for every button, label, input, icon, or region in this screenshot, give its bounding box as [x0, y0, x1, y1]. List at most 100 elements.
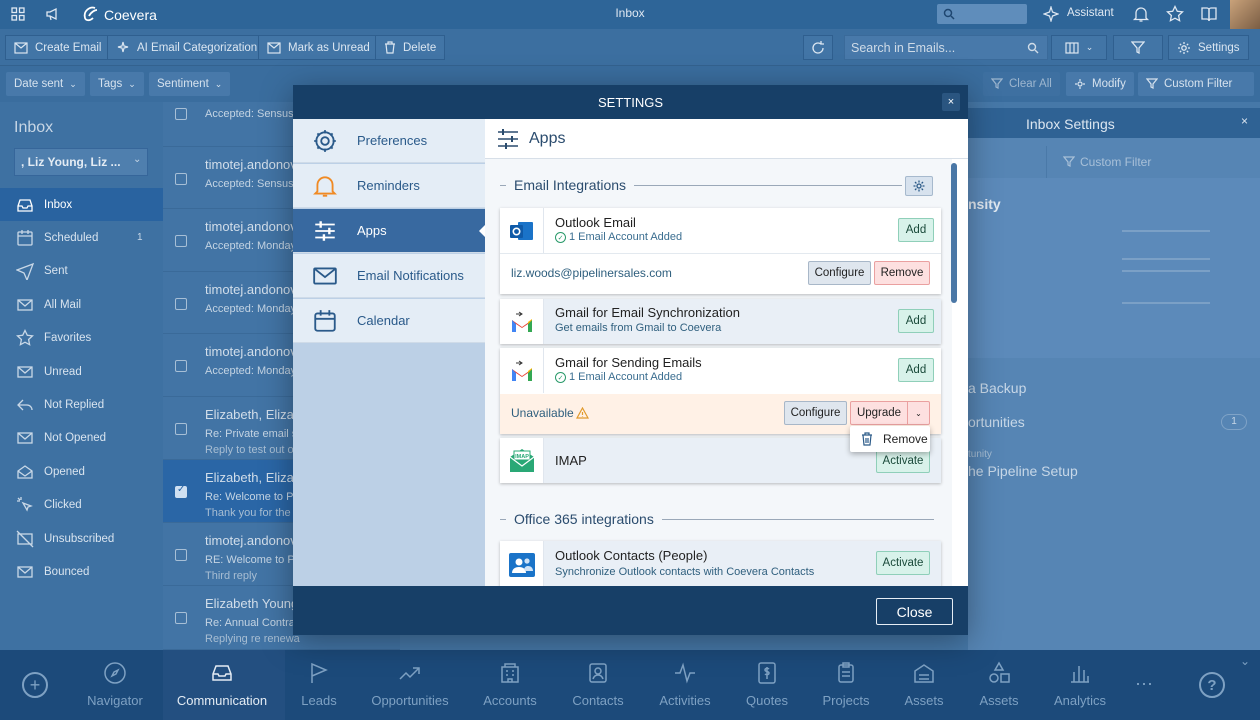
nav-label: Accounts — [483, 693, 537, 708]
outlook-account-email: liz.woods@pipelinersales.com — [511, 266, 672, 280]
message-checkbox[interactable] — [175, 298, 187, 310]
nav-navigator[interactable]: Navigator — [55, 650, 175, 720]
chevron-down-icon: ⌄ — [1085, 42, 1094, 52]
clear-all-button[interactable]: Clear All — [983, 72, 1060, 96]
settings-button[interactable]: Settings — [1168, 35, 1249, 60]
close-icon[interactable]: × — [1241, 114, 1248, 128]
create-email-button[interactable]: Create Email — [5, 35, 111, 60]
refresh-button[interactable] — [803, 35, 833, 60]
delete-button[interactable]: Delete — [375, 35, 446, 60]
sidebar-item-unread[interactable]: Unread — [0, 355, 163, 388]
outlook-status: 1 Email Account Added — [569, 231, 683, 243]
chevron-down-icon[interactable]: ⌄ — [1240, 654, 1250, 668]
sidebar-item-sent[interactable]: Sent — [0, 255, 163, 288]
sidebar-item-inbox[interactable]: Inbox — [0, 188, 163, 221]
account-selector[interactable]: , Liz Young, Liz ... ⌄ — [14, 148, 148, 176]
density-option[interactable] — [1122, 270, 1210, 304]
contact-card-icon — [589, 663, 607, 683]
book-icon[interactable] — [1199, 4, 1219, 24]
add-icon[interactable]: + — [22, 672, 48, 698]
gmail-configure-label: Configure — [790, 407, 841, 419]
app-name: Coevera — [104, 7, 157, 23]
message-preview: Third reply — [205, 570, 257, 582]
sidebar-item-not-replied[interactable]: Not Replied — [0, 388, 163, 421]
avatar[interactable] — [1230, 0, 1260, 29]
modify-button[interactable]: Modify — [1066, 72, 1134, 96]
click-icon — [17, 497, 33, 512]
message-checkbox[interactable] — [175, 549, 187, 561]
custom-filter-tab[interactable]: Custom Filter — [1046, 146, 1256, 178]
message-checkbox[interactable] — [175, 235, 187, 247]
message-subject: Re: Welcome to Pi — [205, 491, 296, 503]
help-icon[interactable]: ? — [1199, 672, 1225, 698]
tags-filter[interactable]: Tags ⌄ — [90, 72, 144, 96]
message-checkbox[interactable] — [175, 173, 187, 185]
create-email-label: Create Email — [35, 41, 102, 54]
inbox-icon — [17, 198, 33, 212]
dropdown-remove-item[interactable]: Remove — [850, 426, 930, 452]
date-sent-filter[interactable]: Date sent ⌄ — [6, 72, 85, 96]
close-icon[interactable]: × — [942, 93, 960, 111]
outlook-add-button[interactable]: Add — [898, 218, 934, 242]
outlook-contacts-card: Outlook Contacts (People) Synchronize Ou… — [500, 541, 941, 586]
outlook-remove-label: Remove — [880, 267, 924, 279]
scrollbar[interactable] — [951, 163, 957, 303]
star-icon[interactable] — [1165, 4, 1185, 24]
outlook-remove-button[interactable]: Remove — [874, 261, 930, 285]
search-input[interactable]: Search in Emails... — [844, 35, 1048, 60]
settings-nav-apps[interactable]: Apps — [293, 209, 485, 253]
message-checkbox[interactable]: ✓ — [175, 484, 187, 498]
density-option[interactable] — [1122, 230, 1210, 260]
upgrade-label: Upgrade — [856, 407, 902, 419]
settings-nav-preferences[interactable]: Preferences — [293, 119, 485, 163]
close-button[interactable]: Close — [876, 598, 953, 625]
upgrade-button[interactable]: Upgrade — [850, 401, 908, 425]
sidebar-item-clicked[interactable]: Clicked — [0, 489, 163, 522]
message-sender: Elizabeth, Elizab — [205, 407, 302, 422]
sentiment-filter[interactable]: Sentiment ⌄ — [149, 72, 231, 96]
settings-nav-email-notifications[interactable]: Email Notifications — [293, 254, 485, 298]
modal-title: SETTINGS — [597, 94, 663, 110]
columns-button[interactable]: ⌄ — [1051, 35, 1107, 60]
bell-icon[interactable] — [1131, 4, 1151, 24]
ai-categorization-button[interactable]: AI Email Categorization — [107, 35, 267, 60]
gmail-configure-button[interactable]: Configure — [784, 401, 847, 425]
sidebar-item-all-mail[interactable]: All Mail — [0, 288, 163, 321]
bottom-nav: + Navigator Communication Leads Opportuniti… — [0, 650, 1260, 720]
filter-button[interactable] — [1113, 35, 1163, 60]
sidebar-item-unsubscribed[interactable]: Unsubscribed — [0, 522, 163, 555]
sidebar-item-not-opened[interactable]: Not Opened — [0, 422, 163, 455]
settings-nav-calendar[interactable]: Calendar — [293, 299, 485, 343]
mark-unread-button[interactable]: Mark as Unread — [258, 35, 379, 60]
sidebar-item-scheduled[interactable]: Scheduled 1 — [0, 221, 163, 254]
global-search[interactable] — [937, 4, 1027, 24]
inbox-settings-panel: Inbox Settings × Custom Filter nsity a B… — [968, 108, 1260, 650]
gmail-sync-add-button[interactable]: Add — [898, 309, 934, 333]
message-sender: timotej.andonov — [205, 219, 297, 234]
megaphone-icon[interactable] — [44, 5, 62, 23]
assistant-label[interactable]: Assistant — [1067, 7, 1114, 19]
imap-activate-button[interactable]: Activate — [876, 449, 930, 473]
apps-grid-icon[interactable] — [10, 6, 26, 22]
message-checkbox[interactable] — [175, 360, 187, 372]
reply-icon — [17, 399, 33, 411]
upgrade-dropdown-toggle[interactable]: ⌄ — [907, 401, 930, 425]
sidebar-item-favorites[interactable]: Favorites — [0, 322, 163, 355]
gmail-send-add-button[interactable]: Add — [898, 358, 934, 382]
gmail-sync-add-label: Add — [905, 315, 927, 327]
sparkle-icon[interactable] — [1042, 5, 1060, 23]
nav-analytics[interactable]: Analytics — [1020, 650, 1140, 720]
sidebar-item-opened[interactable]: Opened — [0, 455, 163, 488]
settings-nav-label: Apps — [357, 223, 387, 238]
message-checkbox[interactable] — [175, 423, 187, 435]
more-icon[interactable]: ⋯ — [1135, 674, 1154, 695]
contacts-activate-button[interactable]: Activate — [876, 551, 930, 575]
message-checkbox[interactable] — [175, 108, 187, 120]
bar-chart-icon — [1071, 666, 1089, 683]
message-checkbox[interactable] — [175, 612, 187, 624]
sidebar-item-bounced[interactable]: Bounced — [0, 555, 163, 588]
outlook-configure-button[interactable]: Configure — [808, 261, 871, 285]
gear-icon[interactable] — [905, 176, 933, 196]
custom-filter-button[interactable]: Custom Filter — [1138, 72, 1254, 96]
settings-nav-reminders[interactable]: Reminders — [293, 164, 485, 208]
